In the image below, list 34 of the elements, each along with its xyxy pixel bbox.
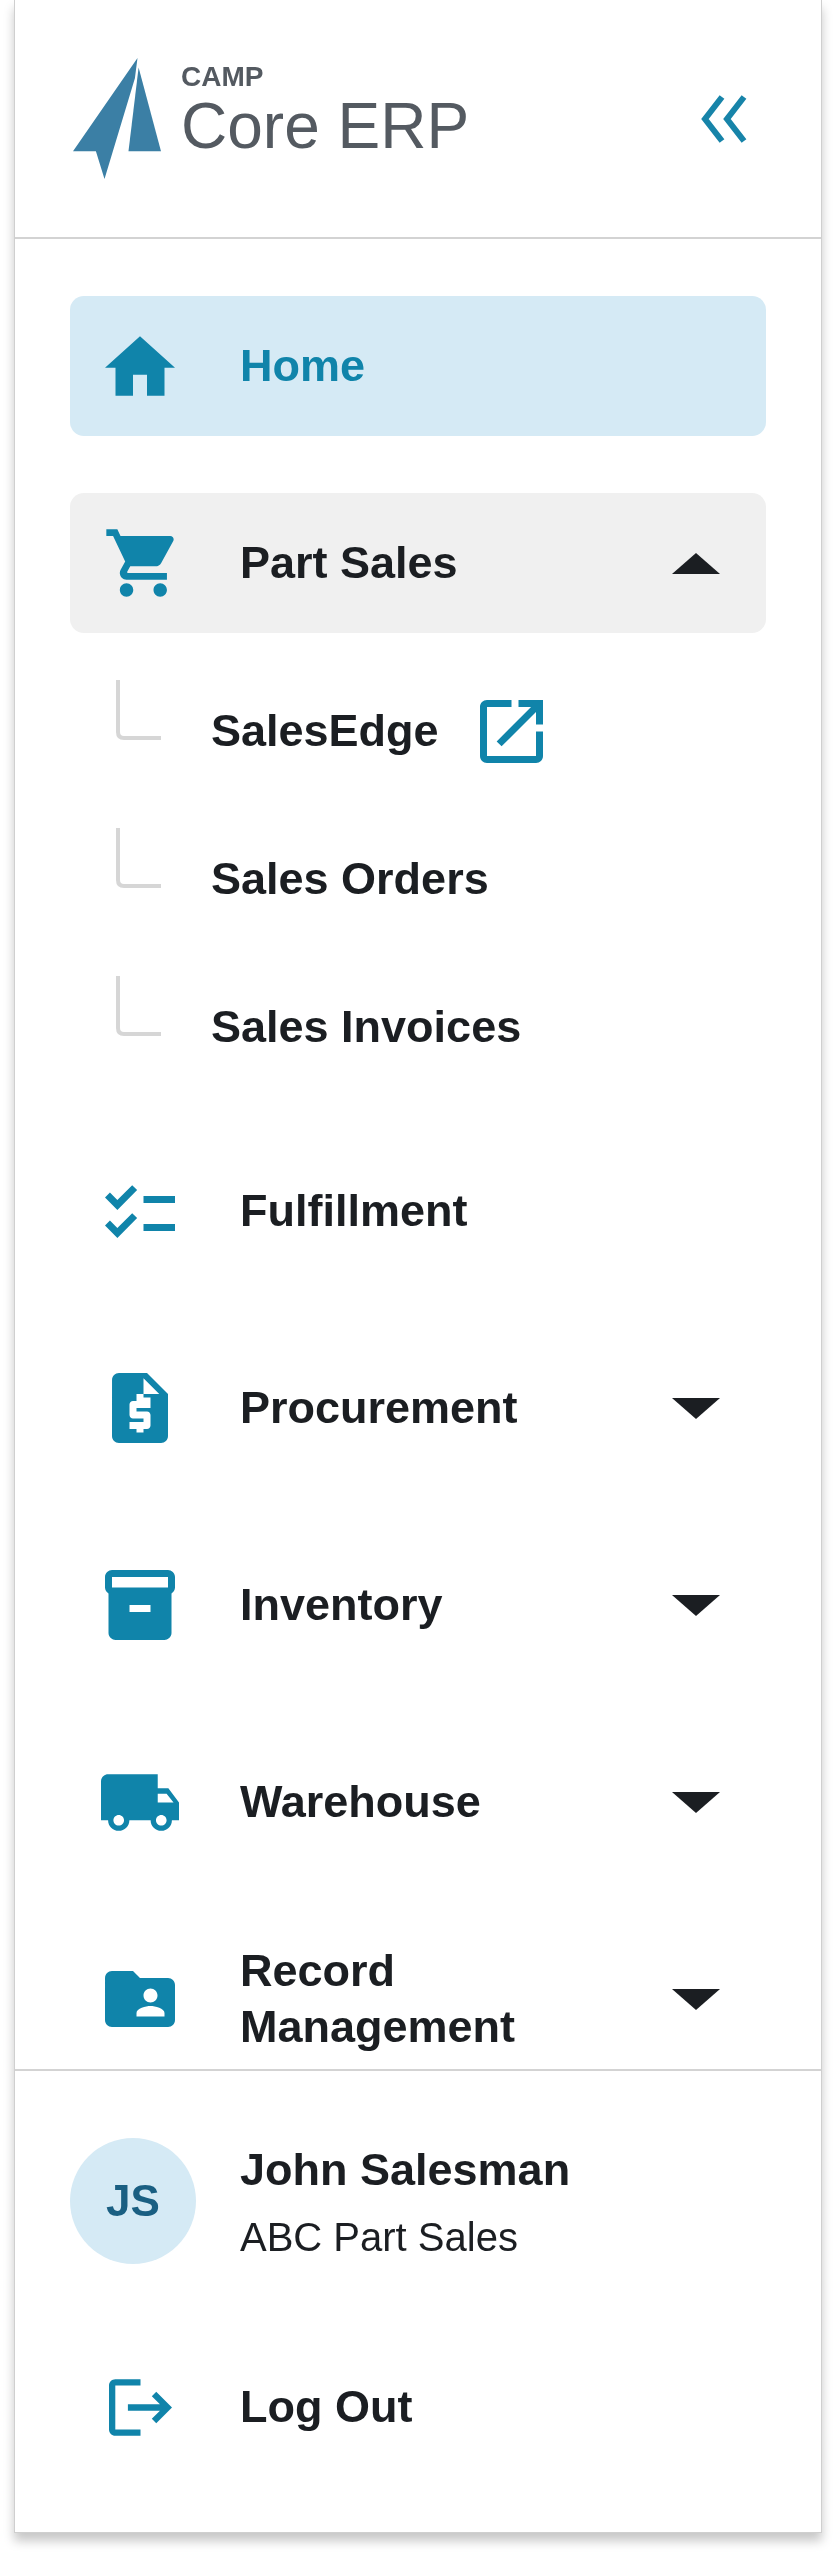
nav-item[interactable]: Warehouse bbox=[70, 1732, 766, 1872]
nav-item[interactable]: Procurement bbox=[70, 1338, 766, 1478]
submenu-item[interactable]: Sales Invoices bbox=[70, 953, 766, 1101]
nav-item[interactable]: Record Management bbox=[70, 1929, 766, 2069]
brand-label: CAMP bbox=[181, 63, 265, 91]
submenu-item[interactable]: SalesEdge bbox=[70, 657, 766, 805]
cart-icon bbox=[106, 529, 174, 597]
exit-arrow-icon bbox=[108, 2378, 172, 2436]
archive-box-icon bbox=[105, 1570, 175, 1640]
user-name: John Salesman bbox=[240, 2142, 571, 2197]
product-name: Core ERP bbox=[181, 94, 470, 158]
caret-down-icon bbox=[672, 1594, 720, 1616]
tree-branch-icon bbox=[116, 680, 161, 740]
caret-down-icon bbox=[672, 1397, 720, 1419]
double-chevron-left-icon[interactable] bbox=[700, 93, 747, 144]
person-folder-icon bbox=[105, 1971, 175, 2027]
home-icon bbox=[105, 336, 175, 396]
caret-up-icon bbox=[672, 552, 720, 574]
caret-down-icon bbox=[672, 1988, 720, 2010]
caret-down-icon bbox=[672, 1791, 720, 1813]
dollar-document-icon bbox=[112, 1373, 168, 1443]
checklist-icon bbox=[105, 1184, 175, 1238]
tree-branch-icon bbox=[116, 976, 161, 1036]
truck-icon bbox=[101, 1773, 179, 1831]
nav-item[interactable]: Part Sales bbox=[70, 493, 766, 633]
submenu-item[interactable]: Sales Orders bbox=[70, 805, 766, 953]
external-link-icon[interactable] bbox=[479, 699, 543, 763]
tree-branch-icon bbox=[116, 828, 161, 888]
user-avatar: JS bbox=[70, 2138, 196, 2264]
nav-item[interactable]: Fulfillment bbox=[70, 1141, 766, 1281]
nav-item[interactable]: Inventory bbox=[70, 1535, 766, 1675]
logo-icon bbox=[73, 58, 161, 179]
logout-button[interactable]: Log Out bbox=[70, 2367, 766, 2447]
company-name: ABC Part Sales bbox=[240, 2213, 519, 2261]
